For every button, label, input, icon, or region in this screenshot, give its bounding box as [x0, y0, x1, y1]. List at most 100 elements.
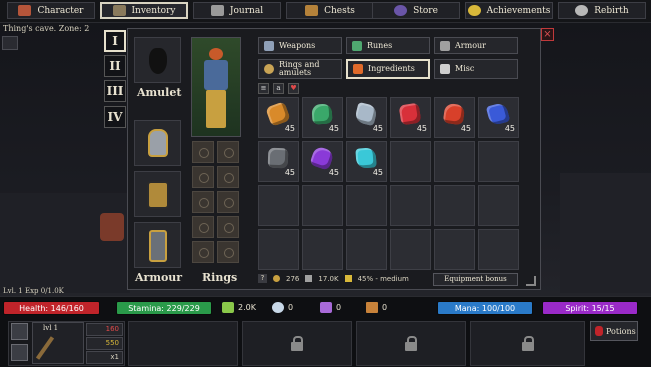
potions-button[interactable]: Potions: [590, 321, 638, 341]
category-rings-amulets[interactable]: Rings and amulets: [258, 59, 342, 79]
inventory-cell[interactable]: 45: [258, 97, 299, 138]
skill-slot-icon[interactable]: [11, 344, 28, 361]
inventory-cell[interactable]: [346, 185, 387, 226]
armour-label: Armour: [135, 271, 183, 284]
inventory-cell[interactable]: 45: [390, 97, 431, 138]
ring-slot[interactable]: [192, 241, 214, 263]
item-quantity: 45: [284, 168, 295, 177]
category-armour[interactable]: Armour: [434, 37, 518, 54]
nav-inventory[interactable]: Inventory: [100, 2, 188, 19]
weapon-gold: 550: [86, 337, 123, 350]
red-crystal-icon: [398, 102, 422, 126]
help-button[interactable]: ?: [258, 274, 267, 283]
inventory-cell[interactable]: [434, 141, 475, 182]
inventory-cell[interactable]: 45: [258, 141, 299, 182]
amulet-slot[interactable]: [134, 37, 181, 83]
violet-star-icon: [309, 145, 335, 171]
leg-armour-slot[interactable]: [134, 222, 181, 268]
inventory-cell[interactable]: 45: [434, 97, 475, 138]
character-icon: [18, 5, 32, 16]
quill-icon: [210, 5, 224, 16]
ring-slot[interactable]: [217, 191, 239, 213]
orb-icon: [272, 302, 284, 313]
spirit-bar: Spirit: 15/15: [542, 301, 638, 315]
category-label: Armour: [455, 40, 486, 50]
locked-slot[interactable]: [242, 321, 352, 366]
nav-achievements[interactable]: Achievements: [465, 2, 553, 19]
resource-value: 0: [336, 303, 342, 312]
inventory-cell[interactable]: [478, 185, 519, 226]
tab-4[interactable]: IV: [104, 106, 126, 128]
sort-icon[interactable]: ≡: [258, 83, 269, 94]
nav-character[interactable]: Character: [7, 2, 95, 19]
resize-handle-icon[interactable]: [526, 276, 536, 286]
item-quantity: 45: [416, 124, 427, 133]
equipment-bonus-button[interactable]: Equipment bonus: [433, 273, 518, 286]
essence-icon: [320, 302, 332, 313]
top-nav: Character Inventory Journal Chests Store…: [0, 0, 651, 23]
inventory-cell[interactable]: 45: [346, 141, 387, 182]
inventory-cell[interactable]: 45: [302, 141, 343, 182]
weight-icon: [305, 275, 313, 282]
inventory-cell[interactable]: 45: [478, 97, 519, 138]
weapon-slot[interactable]: lvl 1: [32, 322, 84, 364]
category-misc[interactable]: Misc: [434, 59, 518, 79]
ability-slot[interactable]: [128, 321, 238, 366]
inventory-cell[interactable]: [478, 141, 519, 182]
ring-slot[interactable]: [192, 191, 214, 213]
close-button[interactable]: ×: [541, 28, 554, 41]
inventory-cell[interactable]: [302, 185, 343, 226]
ring-slot[interactable]: [192, 141, 214, 163]
sword-icon[interactable]: [2, 36, 18, 50]
inventory-cell[interactable]: [302, 229, 343, 270]
nav-chests[interactable]: Chests: [286, 2, 374, 19]
rings-label: Rings: [202, 271, 238, 284]
inventory-cell[interactable]: [390, 229, 431, 270]
locked-slot[interactable]: [356, 321, 466, 366]
weapon-level: lvl 1: [43, 324, 59, 332]
chest-armour-slot[interactable]: [134, 171, 181, 217]
ring-slot[interactable]: [192, 216, 214, 238]
inventory-cell[interactable]: [478, 229, 519, 270]
potions-label: Potions: [606, 326, 636, 336]
inventory-cell[interactable]: [434, 229, 475, 270]
filter-alpha[interactable]: a: [273, 83, 284, 94]
inventory-cell[interactable]: [258, 185, 299, 226]
nav-journal[interactable]: Journal: [193, 2, 281, 19]
nav-label: Chests: [324, 5, 355, 16]
inventory-cell[interactable]: [258, 229, 299, 270]
tab-2[interactable]: II: [104, 55, 126, 77]
skill-slot-icon[interactable]: [11, 323, 28, 340]
inventory-cell[interactable]: [390, 185, 431, 226]
player-sprite: [100, 213, 124, 241]
portrait-head: [209, 48, 223, 60]
weapon-multiplier: x1: [86, 351, 123, 364]
ring-slot[interactable]: [217, 141, 239, 163]
ring-slot[interactable]: [217, 166, 239, 188]
tab-1[interactable]: I: [104, 30, 126, 52]
cave-rocks: [560, 173, 651, 293]
category-ingredients[interactable]: Ingredients: [346, 59, 430, 79]
ring-slot[interactable]: [192, 166, 214, 188]
category-runes[interactable]: Runes: [346, 37, 430, 54]
nav-rebirth[interactable]: Rebirth: [558, 2, 646, 19]
category-weapons[interactable]: Weapons: [258, 37, 342, 54]
inventory-cell[interactable]: [434, 185, 475, 226]
inventory-cell[interactable]: 45: [302, 97, 343, 138]
ring-slot[interactable]: [217, 241, 239, 263]
resource-value: 2.0K: [238, 303, 256, 312]
filter-favorite[interactable]: ♥: [288, 83, 299, 94]
tab-3[interactable]: III: [104, 80, 126, 102]
nav-store[interactable]: Store: [372, 2, 460, 19]
ring-slot[interactable]: [217, 216, 239, 238]
pickaxe-icon: [35, 336, 55, 360]
locked-slot[interactable]: [470, 321, 585, 366]
inventory-cell[interactable]: [390, 141, 431, 182]
blue-crystal-icon: [485, 101, 511, 127]
helmet-slot[interactable]: [134, 120, 181, 166]
inventory-cell[interactable]: [346, 229, 387, 270]
inventory-cell[interactable]: 45: [346, 97, 387, 138]
ingredient-icon: [353, 64, 363, 74]
nav-label: Rebirth: [594, 5, 629, 16]
resource-orbs: 0: [272, 302, 293, 313]
